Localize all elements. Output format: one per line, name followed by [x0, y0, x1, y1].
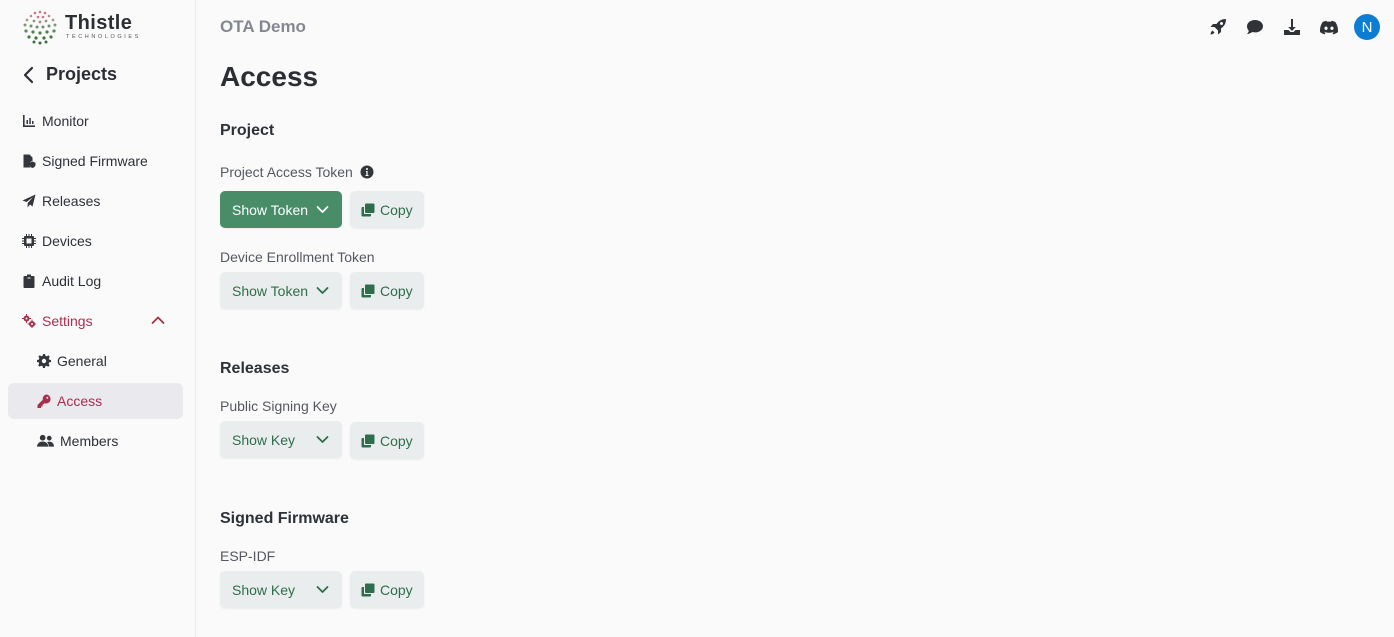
section-title-signed-firmware: Signed Firmware — [220, 510, 349, 527]
gears-icon — [22, 314, 36, 328]
chevron-down-icon — [316, 436, 329, 443]
discord-button[interactable] — [1320, 18, 1338, 36]
copy-esp-idf-key-button[interactable]: Copy — [350, 571, 424, 608]
button-label: Copy — [380, 432, 413, 449]
button-label: Copy — [380, 201, 413, 218]
sidebar-item-access[interactable]: Access — [8, 383, 183, 419]
chevron-left-icon — [23, 66, 34, 83]
field-label-project-access-token: Project Access Token — [220, 164, 374, 180]
user-avatar[interactable]: N — [1354, 14, 1380, 40]
field-label-text: Project Access Token — [220, 164, 353, 180]
comment-icon — [1247, 20, 1263, 34]
sidebar-item-members[interactable]: Members — [8, 423, 183, 459]
chevron-up-icon[interactable] — [151, 315, 165, 325]
discord-icon — [1320, 20, 1338, 35]
chat-button[interactable] — [1246, 18, 1264, 36]
show-public-signing-key-button[interactable]: Show Key — [220, 421, 342, 458]
rocket-button[interactable] — [1209, 18, 1227, 36]
field-label-device-enrollment-token: Device Enrollment Token — [220, 249, 375, 265]
field-label-text: ESP-IDF — [220, 548, 276, 564]
sidebar-item-label: Signed Firmware — [42, 153, 148, 169]
show-project-access-token-button[interactable]: Show Token — [220, 191, 342, 228]
paper-plane-icon — [22, 194, 36, 208]
clipboard-icon — [23, 274, 35, 288]
rocket-icon — [1210, 19, 1226, 35]
sidebar-item-settings[interactable]: Settings — [8, 303, 183, 339]
copy-public-signing-key-button[interactable]: Copy — [350, 422, 424, 459]
section-title-releases: Releases — [220, 360, 290, 377]
thistle-logo-icon — [23, 10, 57, 45]
download-button[interactable] — [1283, 18, 1301, 36]
sidebar-item-label: Members — [60, 433, 119, 449]
copy-icon — [361, 203, 375, 216]
sidebar-item-label: General — [57, 353, 107, 369]
microchip-icon — [22, 234, 36, 248]
button-label: Show Token — [232, 282, 309, 299]
thistle-logo[interactable]: Thistle TECHNOLOGIES — [20, 8, 141, 46]
page-title: Access — [220, 61, 319, 92]
header-actions: N — [1190, 14, 1380, 40]
sidebar-item-label: Devices — [42, 233, 92, 249]
project-name: OTA Demo — [220, 17, 306, 36]
copy-icon — [361, 583, 375, 596]
users-icon — [37, 434, 54, 447]
download-icon — [1284, 19, 1300, 35]
back-to-projects[interactable]: Projects — [22, 64, 117, 85]
chart-bar-icon — [23, 115, 35, 127]
sidebar-item-devices[interactable]: Devices — [8, 223, 183, 259]
chevron-down-icon — [316, 206, 329, 213]
chevron-down-icon — [316, 586, 329, 593]
field-label-text: Public Signing Key — [220, 398, 337, 414]
sidebar-item-audit-log[interactable]: Audit Log — [8, 263, 183, 299]
copy-icon — [361, 434, 375, 447]
sidebar-item-monitor[interactable]: Monitor — [8, 103, 183, 139]
sidebar-item-label: Access — [57, 393, 103, 409]
sidebar-item-label: Releases — [42, 193, 101, 209]
info-icon[interactable] — [360, 165, 374, 179]
sidebar-item-releases[interactable]: Releases — [8, 183, 183, 219]
chevron-down-icon — [316, 287, 329, 294]
button-label: Show Key — [232, 581, 296, 598]
field-label-public-signing-key: Public Signing Key — [220, 398, 337, 414]
button-label: Show Key — [232, 431, 296, 448]
sidebar-item-signed-firmware[interactable]: Signed Firmware — [8, 143, 183, 179]
back-label: Projects — [46, 64, 118, 84]
field-label-esp-idf: ESP-IDF — [220, 548, 275, 564]
button-label: Copy — [380, 581, 413, 598]
sidebar-item-label: Monitor — [42, 113, 89, 129]
brand-name: Thistle — [65, 12, 133, 34]
copy-project-access-token-button[interactable]: Copy — [350, 191, 424, 228]
sidebar-item-label: Audit Log — [42, 273, 102, 289]
gear-icon — [37, 354, 51, 368]
sidebar: Thistle TECHNOLOGIES Projects Monitor Si… — [0, 0, 196, 637]
sidebar-item-label: Settings — [42, 313, 93, 329]
section-title-project: Project — [220, 122, 275, 139]
key-icon — [37, 394, 51, 408]
field-label-text: Device Enrollment Token — [220, 249, 375, 265]
sidebar-item-general[interactable]: General — [8, 343, 183, 379]
button-label: Show Token — [232, 201, 309, 218]
button-label: Copy — [380, 282, 413, 299]
file-shield-icon — [23, 154, 36, 168]
show-device-enrollment-token-button[interactable]: Show Token — [220, 272, 342, 309]
copy-device-enrollment-token-button[interactable]: Copy — [350, 272, 424, 309]
show-esp-idf-key-button[interactable]: Show Key — [220, 571, 342, 608]
brand-subtitle: TECHNOLOGIES — [66, 34, 141, 40]
copy-icon — [361, 284, 375, 297]
